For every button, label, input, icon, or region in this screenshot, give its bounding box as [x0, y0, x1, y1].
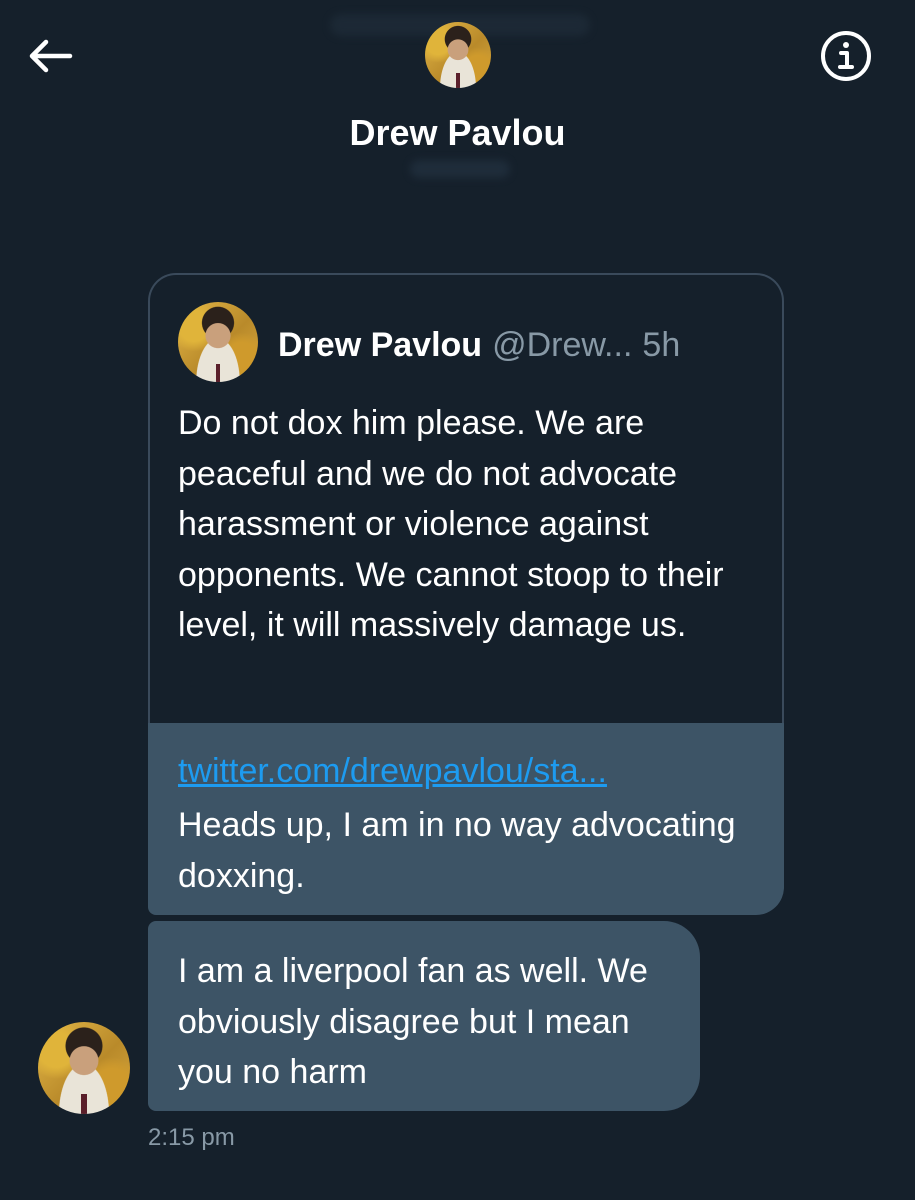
- message-text: I am a liverpool fan as well. We obvious…: [178, 952, 648, 1091]
- blurred-handle: [410, 160, 510, 178]
- quoted-tweet-text: Do not dox him please. We are peaceful a…: [178, 404, 724, 644]
- dm-conversation-screen: Drew Pavlou Drew Pavlou @Drew... 5h Do not…: [0, 0, 915, 1200]
- info-icon: [821, 31, 871, 81]
- info-button[interactable]: [818, 28, 874, 84]
- sender-avatar[interactable]: [38, 1022, 130, 1114]
- quoted-tweet-avatar: [178, 302, 258, 382]
- tweet-link[interactable]: twitter.com/drewpavlou/sta...: [178, 752, 607, 791]
- quoted-tweet-time: 5h: [642, 326, 681, 364]
- conversation-title[interactable]: Drew Pavlou: [0, 112, 915, 154]
- quoted-tweet-name: Drew Pavlou: [278, 326, 483, 364]
- quoted-tweet-meta: Drew Pavlou @Drew... 5h: [278, 326, 680, 365]
- message-text: Heads up, I am in no way advocating doxx…: [178, 806, 736, 895]
- quoted-tweet-handle: @Drew...: [492, 326, 633, 364]
- back-arrow-icon: [29, 39, 73, 73]
- back-button[interactable]: [22, 28, 78, 84]
- header-avatar[interactable]: [425, 22, 491, 88]
- message-timestamp: 2:15 pm: [148, 1124, 235, 1151]
